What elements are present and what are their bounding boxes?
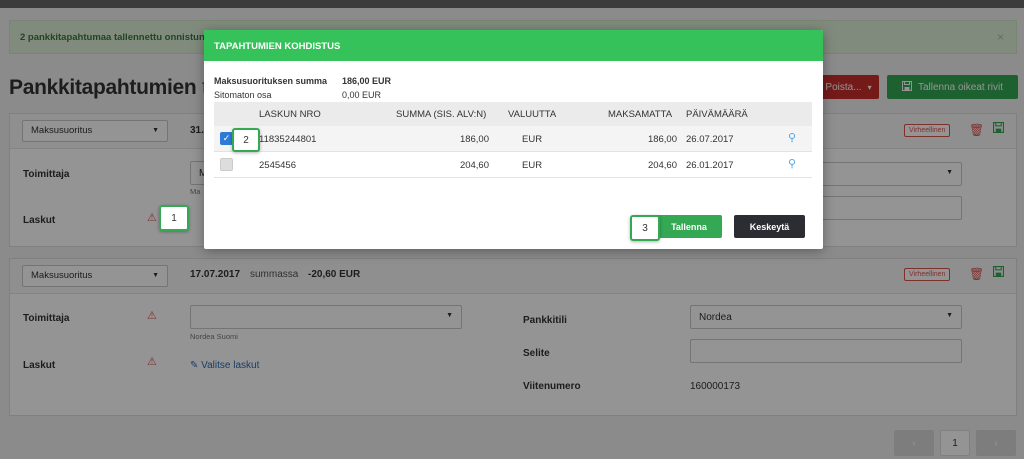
payment-sum-value: 186,00 EUR [342, 76, 392, 86]
table-row[interactable]: 2545456 204,60 EUR 204,60 26.01.2017 ⚲ [214, 152, 812, 178]
column-header: MAKSAMATTA [608, 109, 673, 120]
invoice-currency: EUR [522, 160, 543, 171]
invoice-sum: 186,00 [459, 134, 489, 145]
invoice-number: 11835244801 [259, 134, 317, 145]
callout-marker-2: 2 [232, 128, 260, 152]
modal-header: TAPAHTUMIEN KOHDISTUS [204, 30, 823, 61]
invoice-date: 26.01.2017 [686, 160, 734, 171]
callout-marker-1: 1 [159, 205, 189, 231]
column-header: LASKUN NRO [259, 109, 321, 120]
save-button[interactable]: Tallenna [656, 215, 722, 238]
invoice-currency: EUR [522, 134, 543, 145]
column-header: VALUUTTA [508, 109, 557, 120]
invoice-sum: 204,60 [459, 160, 489, 171]
table-row[interactable]: ✓ 11835244801 186,00 EUR 186,00 26.07.20… [214, 126, 812, 152]
allocation-modal: TAPAHTUMIEN KOHDISTUS Maksusuorituksen s… [204, 30, 823, 249]
payment-sum-label: Maksusuorituksen summa [214, 76, 328, 86]
invoice-number: 2545456 [259, 160, 296, 171]
column-header: PÄIVÄMÄÄRÄ [686, 109, 748, 120]
cancel-button[interactable]: Keskeytä [734, 215, 805, 238]
unallocated-label: Sitomaton osa [214, 90, 272, 100]
callout-marker-3: 3 [630, 215, 660, 241]
top-bar [0, 0, 1024, 8]
search-icon[interactable]: ⚲ [788, 157, 796, 170]
row-checkbox[interactable] [220, 158, 233, 171]
invoice-date: 26.07.2017 [686, 134, 734, 145]
column-header: SUMMA (SIS. ALV:N) [396, 109, 487, 120]
search-icon[interactable]: ⚲ [788, 131, 796, 144]
modal-title: TAPAHTUMIEN KOHDISTUS [214, 41, 341, 52]
invoice-unpaid: 186,00 [647, 134, 677, 145]
unallocated-value: 0,00 EUR [342, 90, 382, 100]
invoice-unpaid: 204,60 [647, 160, 677, 171]
table-header: LASKUN NRO SUMMA (SIS. ALV:N) VALUUTTA M… [214, 102, 812, 126]
